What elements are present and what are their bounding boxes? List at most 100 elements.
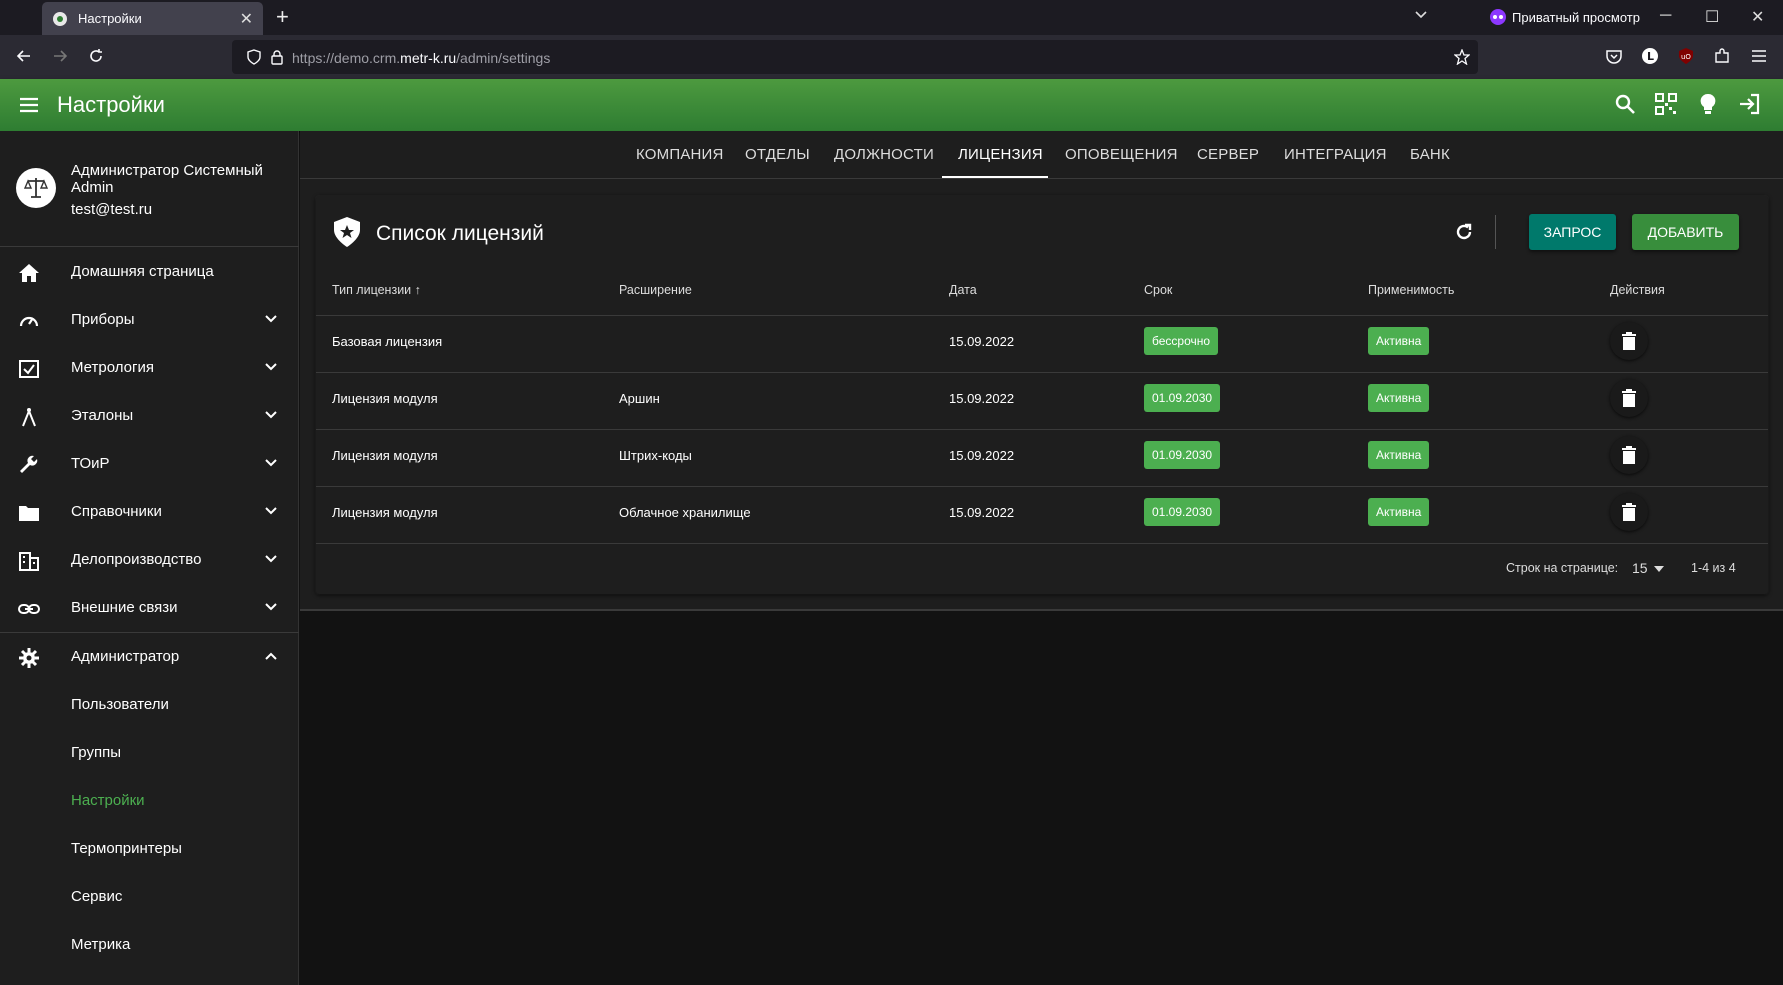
sidebar-item-external-links[interactable]: Внешние связи — [0, 584, 299, 632]
lock-icon[interactable] — [270, 49, 284, 65]
tab-company[interactable]: КОМПАНИЯ — [636, 146, 724, 163]
sidebar-item-home[interactable]: Домашняя страница — [0, 248, 299, 296]
term-badge: 01.09.2030 — [1144, 384, 1221, 412]
tab-server[interactable]: СЕРВЕР — [1197, 146, 1259, 163]
user-email: test@test.ru — [71, 201, 153, 218]
delete-button[interactable] — [1610, 379, 1648, 417]
logout-icon[interactable] — [1738, 93, 1760, 115]
status-badge: Активна — [1368, 441, 1430, 469]
bookmark-star-icon[interactable] — [1454, 49, 1470, 65]
sidebar-subitem-label: Настройки — [71, 792, 145, 809]
private-mask-icon — [1490, 9, 1506, 25]
dropdown-arrow-icon[interactable] — [1653, 564, 1665, 574]
sidebar-item-label: Внешние связи — [71, 599, 178, 616]
sidebar-subitem-label: Сервис — [71, 888, 123, 905]
address-bar[interactable]: https://demo.crm.metr-k.ru/admin/setting… — [232, 40, 1478, 74]
sidebar-item-directories[interactable]: Справочники — [0, 488, 299, 536]
maximize-icon[interactable]: ☐ — [1705, 7, 1719, 27]
browser-tab-title: Настройки — [78, 11, 142, 26]
wrench-icon — [20, 455, 38, 473]
pocket-icon[interactable] — [1605, 47, 1623, 65]
close-window-icon[interactable]: ✕ — [1751, 7, 1764, 27]
cell-date: 15.09.2022 — [949, 448, 1015, 463]
sidebar-subitem-metrics[interactable]: Метрика — [0, 921, 299, 969]
sidebar-subitem-groups[interactable]: Группы — [0, 729, 299, 777]
trash-icon — [1622, 389, 1636, 407]
cell-date: 15.09.2022 — [949, 391, 1015, 406]
search-icon[interactable] — [1614, 93, 1636, 115]
settings-tabs: КОМПАНИЯ ОТДЕЛЫ ДОЛЖНОСТИ ЛИЦЕНЗИЯ ОПОВЕ… — [300, 131, 1783, 179]
minimize-icon[interactable]: ─ — [1660, 7, 1671, 25]
lightbulb-icon[interactable] — [1697, 93, 1719, 115]
sidebar-item-metrology[interactable]: Метрология — [0, 344, 299, 392]
tab-bank[interactable]: БАНК — [1410, 146, 1450, 163]
term-badge: бессрочно — [1144, 327, 1219, 355]
sidebar-item-label: Метрология — [71, 359, 154, 376]
hamburger-menu-icon[interactable] — [18, 94, 40, 116]
user-name: Администратор Системный Admin — [71, 162, 263, 196]
column-header-applicability[interactable]: Применимость — [1368, 283, 1454, 297]
new-tab-button[interactable]: + — [276, 4, 289, 30]
back-icon[interactable] — [15, 47, 33, 65]
sidebar-subitem-label: Пользователи — [71, 696, 169, 713]
sidebar-subitem-service[interactable]: Сервис — [0, 873, 299, 921]
home-icon — [19, 264, 39, 282]
app-menu-icon[interactable] — [1750, 47, 1768, 65]
sidebar-item-devices[interactable]: Приборы — [0, 296, 299, 344]
building-icon — [19, 552, 39, 571]
delete-button[interactable] — [1610, 322, 1648, 360]
qr-code-icon[interactable] — [1655, 93, 1677, 115]
delete-button[interactable] — [1610, 436, 1648, 474]
add-button[interactable]: Добавить — [1632, 214, 1739, 250]
shield-tracking-icon[interactable] — [246, 49, 262, 65]
url-text: https://demo.crm.metr-k.ru/admin/setting… — [292, 50, 551, 66]
sidebar-item-maintenance[interactable]: ТОиР — [0, 440, 299, 488]
tab-integration[interactable]: ИНТЕГРАЦИЯ — [1284, 146, 1387, 163]
app-header: Настройки — [0, 79, 1783, 131]
column-header-term[interactable]: Срок — [1144, 283, 1172, 297]
sidebar-item-standards[interactable]: Эталоны — [0, 392, 299, 440]
status-badge: Активна — [1368, 327, 1430, 355]
tab-license[interactable]: ЛИЦЕНЗИЯ — [958, 146, 1043, 163]
column-header-date[interactable]: Дата — [949, 283, 977, 297]
sidebar-item-label: Приборы — [71, 311, 135, 328]
main-content: КОМПАНИЯ ОТДЕЛЫ ДОЛЖНОСТИ ЛИЦЕНЗИЯ ОПОВЕ… — [300, 131, 1783, 985]
sidebar-item-admin[interactable]: Администратор — [0, 633, 299, 681]
sidebar-subitem-settings[interactable]: Настройки — [0, 777, 299, 825]
row-divider — [316, 372, 1768, 373]
tab-notifications[interactable]: ОПОВЕЩЕНИЯ — [1065, 146, 1178, 163]
close-tab-icon[interactable]: ✕ — [240, 9, 253, 29]
cell-extension: Аршин — [619, 391, 660, 406]
refresh-icon[interactable] — [1453, 221, 1475, 243]
browser-tab[interactable]: Настройки ✕ — [42, 2, 263, 35]
rows-per-page-select[interactable]: 15 — [1632, 560, 1648, 576]
sidebar-item-label: Домашняя страница — [71, 263, 214, 280]
browser-navbar: https://demo.crm.metr-k.ru/admin/setting… — [0, 35, 1783, 79]
column-header-type[interactable]: Тип лицензии ↑ — [332, 283, 421, 297]
sidebar-item-label: ТОиР — [71, 455, 110, 472]
avatar — [16, 168, 56, 208]
ublock-icon[interactable]: uO — [1677, 47, 1695, 65]
sidebar-item-paperwork[interactable]: Делопроизводство — [0, 536, 299, 584]
request-button[interactable]: Запрос — [1529, 214, 1616, 250]
reload-icon[interactable] — [87, 47, 105, 65]
delete-button[interactable] — [1610, 493, 1648, 531]
sidebar-subitem-users[interactable]: Пользователи — [0, 681, 299, 729]
header-divider — [1495, 215, 1496, 249]
svg-text:L: L — [1647, 50, 1654, 63]
cell-type: Лицензия модуля — [332, 391, 438, 406]
list-tabs-icon[interactable] — [1414, 8, 1428, 22]
pagination-range: 1-4 из 4 — [1691, 561, 1736, 575]
tab-positions[interactable]: ДОЛЖНОСТИ — [834, 146, 934, 163]
extension-l-icon[interactable]: L — [1641, 47, 1659, 65]
tab-departments[interactable]: ОТДЕЛЫ — [745, 146, 810, 163]
forward-icon[interactable] — [51, 47, 69, 65]
trash-icon — [1622, 503, 1636, 521]
browser-tabbar: Настройки ✕ + Приватный просмотр ─ ☐ ✕ — [0, 0, 1783, 35]
sidebar-subitem-thermoprinters[interactable]: Термопринтеры — [0, 825, 299, 873]
cell-type: Лицензия модуля — [332, 505, 438, 520]
extensions-puzzle-icon[interactable] — [1713, 47, 1731, 65]
svg-text:uO: uO — [1681, 53, 1691, 61]
column-header-extension[interactable]: Расширение — [619, 283, 692, 297]
scales-icon — [23, 178, 49, 198]
